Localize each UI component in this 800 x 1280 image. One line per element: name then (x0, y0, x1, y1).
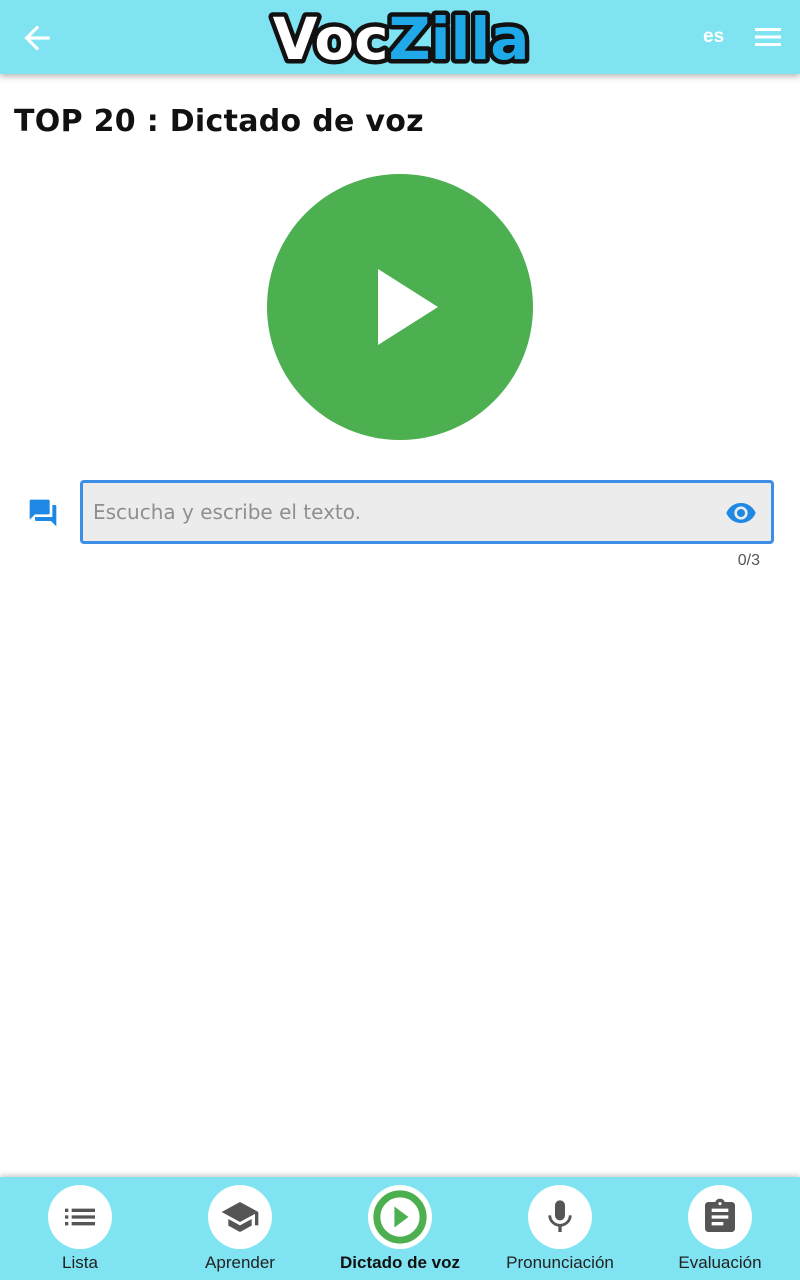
nav-label: Aprender (205, 1253, 275, 1272)
graduation-cap-icon (221, 1202, 259, 1232)
dictation-input-container (80, 480, 774, 544)
bottom-navigation: Lista Aprender Dictado de voz Pronunciac… (0, 1177, 800, 1280)
arrow-left-icon (24, 25, 50, 51)
nav-item-evaluacion[interactable]: Evaluación (640, 1177, 800, 1280)
nav-icon-circle (528, 1185, 592, 1249)
dictation-input[interactable] (93, 483, 713, 541)
nav-label: Lista (62, 1253, 98, 1272)
hamburger-menu-icon (755, 28, 781, 46)
nav-icon-circle (208, 1185, 272, 1249)
nav-label: Pronunciación (506, 1253, 614, 1272)
character-counter: 0/3 (737, 552, 760, 569)
play-button[interactable] (267, 174, 533, 440)
nav-icon-circle (48, 1185, 112, 1249)
chat-bubbles-icon (27, 497, 59, 529)
nav-icon-circle (368, 1185, 432, 1249)
menu-button[interactable] (752, 22, 784, 52)
clipboard-icon (705, 1198, 735, 1232)
nav-icon-circle (688, 1185, 752, 1249)
nav-item-aprender[interactable]: Aprender (160, 1177, 320, 1280)
svg-text:VocZilla: VocZilla (273, 5, 530, 73)
page-title: TOP 20 : Dictado de voz (14, 104, 424, 139)
app-logo: VocZilla VocZilla (266, 1, 536, 78)
play-circle-icon (373, 1190, 427, 1244)
back-button[interactable] (18, 19, 56, 57)
eye-icon[interactable] (725, 497, 757, 529)
nav-label: Evaluación (678, 1253, 762, 1272)
play-icon (378, 269, 438, 345)
list-icon (65, 1208, 95, 1226)
nav-item-dictado[interactable]: Dictado de voz (320, 1177, 480, 1280)
microphone-icon (548, 1200, 572, 1232)
nav-item-lista[interactable]: Lista (0, 1177, 160, 1280)
nav-label: Dictado de voz (340, 1253, 460, 1272)
app-header: VocZilla VocZilla es (0, 0, 800, 78)
nav-item-pronunciacion[interactable]: Pronunciación (480, 1177, 640, 1280)
language-selector[interactable]: es (703, 26, 724, 48)
